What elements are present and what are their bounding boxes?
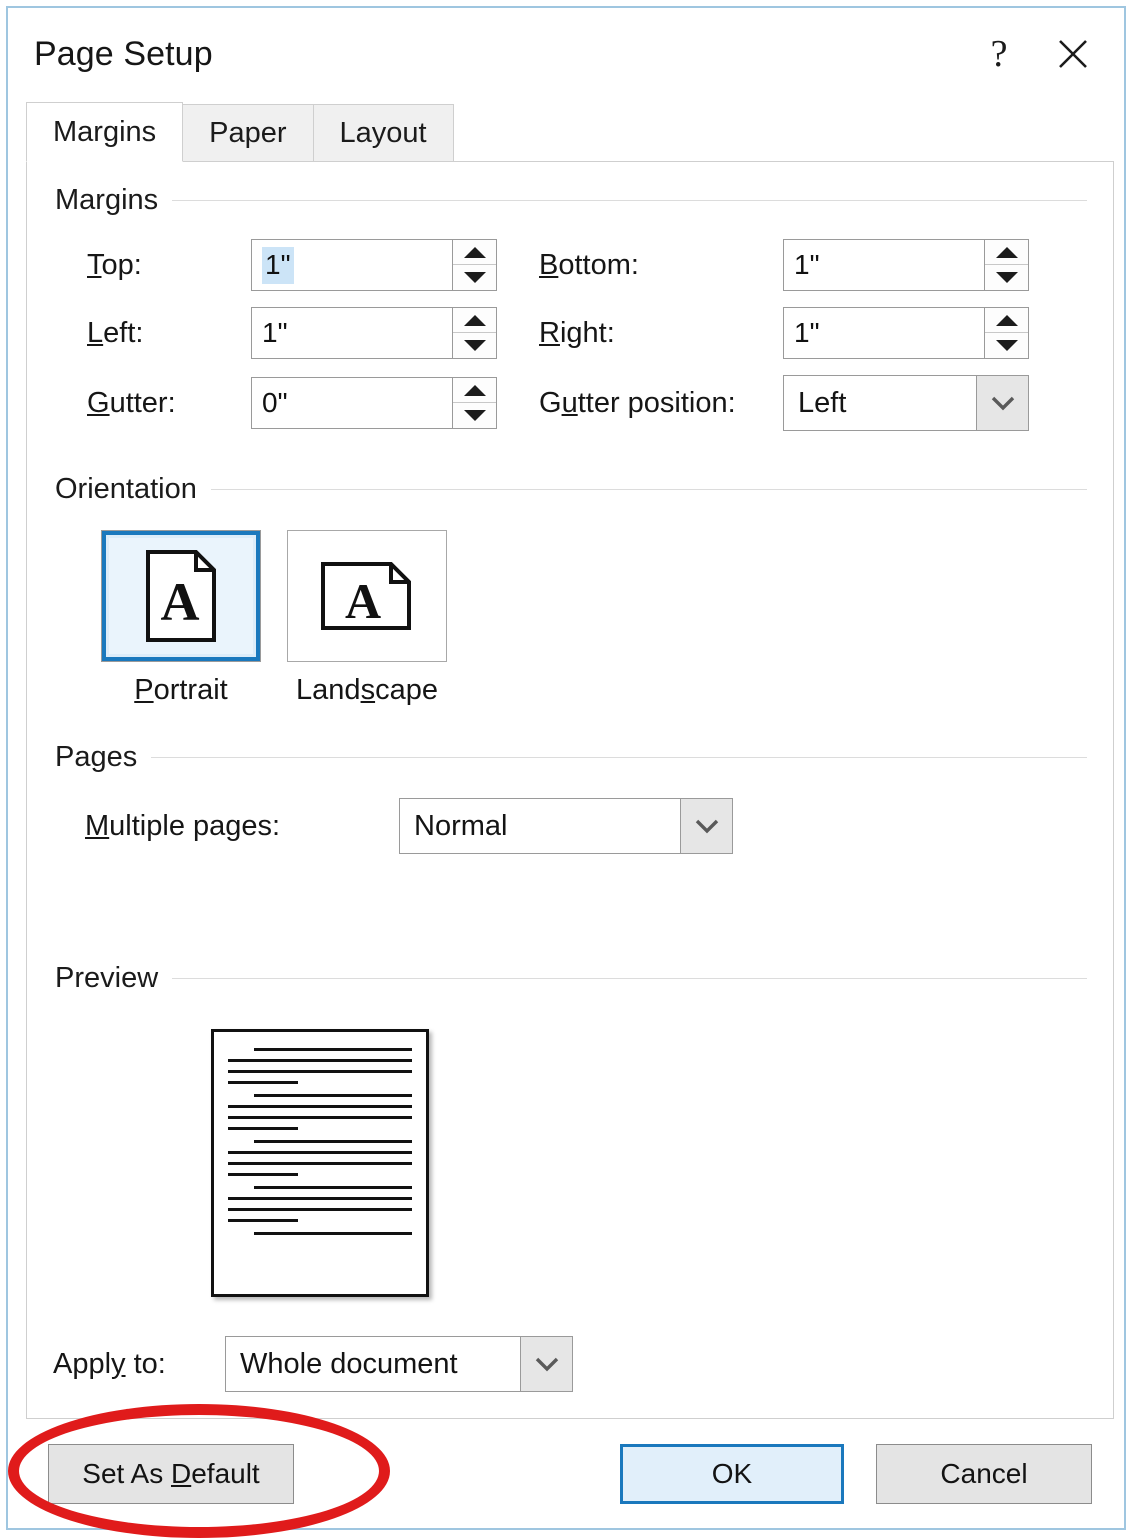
- orientation-group-label: Orientation: [55, 473, 197, 505]
- left-label: Left:: [87, 316, 144, 349]
- preview-area: [27, 1029, 1113, 1297]
- cancel-label: Cancel: [940, 1457, 1028, 1489]
- pages-group-header: Pages: [27, 741, 1113, 774]
- top-margin-spinner[interactable]: [452, 240, 496, 290]
- top-spin-up-icon[interactable]: [453, 240, 496, 265]
- page-setup-dialog: Page Setup ? Margins Paper Layout Margin…: [6, 6, 1126, 1530]
- set-as-default-button[interactable]: Set As Default: [48, 1443, 294, 1504]
- portrait-label: Portrait: [134, 674, 228, 706]
- chevron-down-icon[interactable]: [520, 1337, 572, 1391]
- gutter-label: Gutter:: [87, 386, 176, 419]
- preview-group-label: Preview: [55, 962, 159, 994]
- apply-to-select[interactable]: Whole document: [225, 1336, 573, 1392]
- gutter-input[interactable]: 0": [251, 377, 497, 429]
- margins-group-header: Margins: [27, 184, 1113, 217]
- svg-text:A: A: [345, 573, 381, 629]
- title-bar: Page Setup ?: [8, 8, 1124, 100]
- bottom-label: Bottom:: [539, 248, 639, 281]
- right-margin-spinner[interactable]: [984, 308, 1028, 358]
- group-rule: [172, 978, 1087, 979]
- apply-to-row: Apply to: Whole document: [27, 1336, 1113, 1392]
- gutter-spin-up-icon[interactable]: [453, 378, 496, 403]
- right-spin-up-icon[interactable]: [985, 308, 1028, 333]
- left-spin-down-icon[interactable]: [453, 333, 496, 358]
- margin-row-gutter: Gutter: 0" Gutter position: Left: [27, 375, 1113, 431]
- multiple-pages-label: Multiple pages:: [85, 809, 281, 842]
- close-icon[interactable]: [1036, 21, 1110, 87]
- gutter-position-select[interactable]: Left: [783, 375, 1029, 431]
- landscape-label: Landscape: [296, 674, 438, 706]
- bottom-spin-down-icon[interactable]: [985, 265, 1028, 290]
- apply-to-value: Whole document: [240, 1347, 458, 1380]
- left-margin-input[interactable]: 1": [251, 307, 497, 359]
- multiple-pages-select[interactable]: Normal: [399, 798, 733, 854]
- group-rule: [172, 200, 1087, 201]
- orientation-option-landscape[interactable]: A Landscape: [287, 530, 447, 707]
- top-margin-value: 1": [252, 240, 452, 290]
- orientation-options: A Portrait A Landscape: [27, 530, 1113, 707]
- preview-paragraph: [228, 1186, 412, 1222]
- gutter-position-value: Left: [798, 386, 847, 419]
- margins-group-label: Margins: [55, 184, 159, 216]
- dialog-title: Page Setup: [34, 34, 213, 73]
- top-margin-input[interactable]: 1": [251, 239, 497, 291]
- margins-tab-panel: Margins Top: 1" Bottom: 1" Left: 1" Righ…: [26, 162, 1114, 1418]
- preview-paragraph: [228, 1232, 412, 1235]
- left-margin-value: 1": [262, 317, 288, 348]
- right-margin-value: 1": [794, 317, 820, 348]
- apply-to-label: Apply to:: [53, 1347, 166, 1380]
- orientation-group-header: Orientation: [27, 473, 1113, 506]
- right-spin-down-icon[interactable]: [985, 333, 1028, 358]
- group-rule: [151, 757, 1087, 758]
- preview-paragraph: [228, 1048, 412, 1084]
- preview-paragraph: [228, 1094, 412, 1130]
- preview-group-header: Preview: [27, 962, 1113, 995]
- pages-group-label: Pages: [55, 741, 138, 773]
- title-bar-buttons: ?: [962, 8, 1110, 100]
- dialog-button-bar: Set As Default OK Cancel: [26, 1418, 1114, 1528]
- top-label: Top:: [87, 248, 142, 281]
- gutter-position-label: Gutter position:: [539, 386, 736, 419]
- tab-layout[interactable]: Layout: [312, 104, 454, 162]
- bottom-margin-value: 1": [794, 249, 820, 280]
- left-margin-spinner[interactable]: [452, 308, 496, 358]
- margin-row-top-bottom: Top: 1" Bottom: 1": [27, 239, 1113, 291]
- tab-strip: Margins Paper Layout: [8, 100, 1124, 162]
- bottom-margin-input[interactable]: 1": [783, 239, 1029, 291]
- preview-paragraph: [228, 1140, 412, 1176]
- right-margin-input[interactable]: 1": [783, 307, 1029, 359]
- landscape-page-icon[interactable]: A: [287, 530, 447, 662]
- gutter-spin-down-icon[interactable]: [453, 403, 496, 428]
- multiple-pages-row: Multiple pages: Normal: [27, 798, 1113, 854]
- chevron-down-icon[interactable]: [680, 799, 732, 853]
- chevron-down-icon[interactable]: [976, 376, 1028, 430]
- margin-row-left-right: Left: 1" Right: 1": [27, 307, 1113, 359]
- tab-paper[interactable]: Paper: [182, 104, 314, 162]
- cancel-button[interactable]: Cancel: [876, 1443, 1092, 1504]
- portrait-page-icon[interactable]: A: [101, 530, 261, 662]
- tab-margins-label: Margins: [53, 115, 157, 148]
- help-icon[interactable]: ?: [962, 21, 1036, 87]
- tab-layout-label: Layout: [339, 116, 427, 149]
- set-as-default-label: Set As Default: [82, 1457, 260, 1489]
- right-label: Right:: [539, 316, 615, 349]
- bottom-spin-up-icon[interactable]: [985, 240, 1028, 265]
- gutter-value: 0": [262, 387, 288, 418]
- svg-text:A: A: [161, 572, 200, 632]
- top-spin-down-icon[interactable]: [453, 265, 496, 290]
- ok-button[interactable]: OK: [620, 1443, 844, 1504]
- left-spin-up-icon[interactable]: [453, 308, 496, 333]
- ok-label: OK: [711, 1457, 753, 1489]
- tab-paper-label: Paper: [209, 116, 287, 149]
- tab-margins[interactable]: Margins: [26, 102, 184, 162]
- orientation-option-portrait[interactable]: A Portrait: [101, 530, 261, 707]
- multiple-pages-value: Normal: [414, 809, 508, 842]
- gutter-spinner[interactable]: [452, 378, 496, 428]
- bottom-margin-spinner[interactable]: [984, 240, 1028, 290]
- page-preview-graphic: [211, 1029, 429, 1297]
- group-rule: [210, 489, 1087, 490]
